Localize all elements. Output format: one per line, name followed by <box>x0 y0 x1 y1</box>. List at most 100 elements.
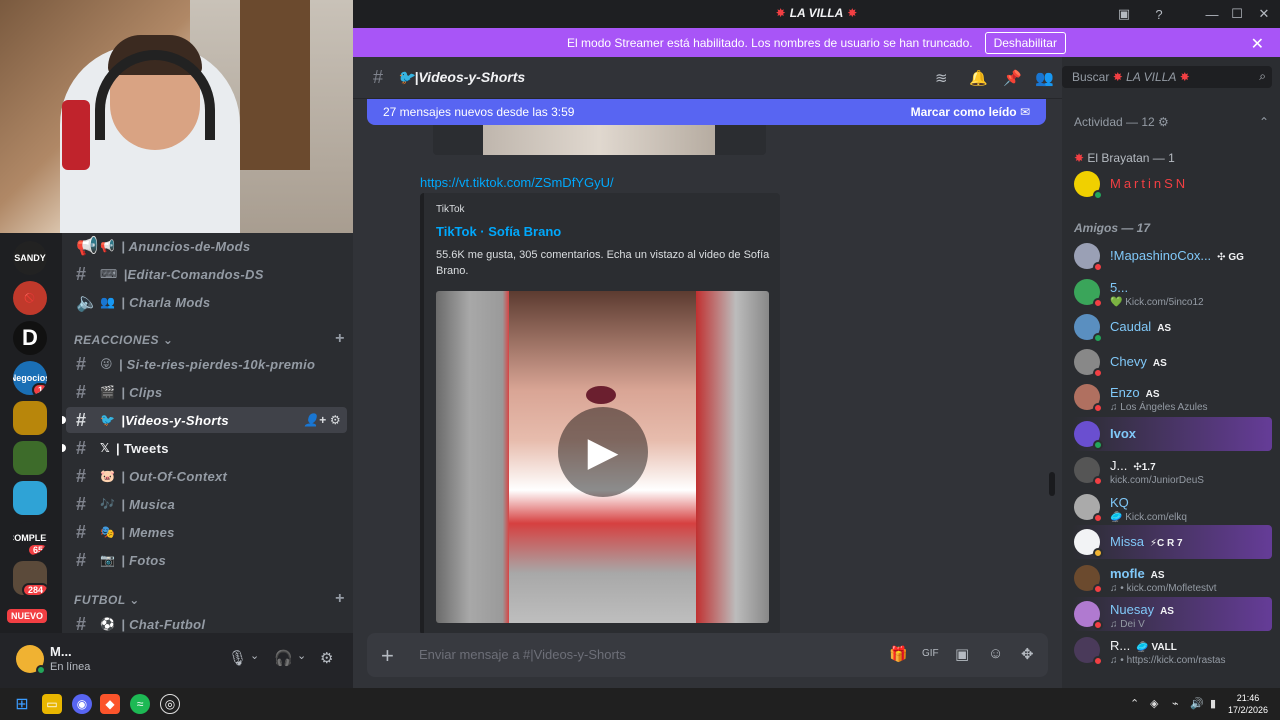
category-futbol[interactable]: FUTBOL ⌄ + <box>74 590 345 608</box>
server-icon-negocios[interactable]: Negocios1 <box>13 361 47 395</box>
channel-si-te-ries[interactable]: # 😜 | Si-te-ries-pierdes-10k-premio <box>66 351 347 377</box>
sticker-icon[interactable]: ▣ <box>955 645 969 663</box>
disable-streamer-button[interactable]: Deshabilitar <box>984 31 1066 54</box>
member-item[interactable]: Chevy AS <box>1072 345 1272 379</box>
member-item[interactable]: MartinSN <box>1072 167 1272 201</box>
window-titlebar: ✸ LA VILLA ✸ ▣ ? — ☐ ✕ <box>353 0 1280 28</box>
channel-fotos[interactable]: # 📷 | Fotos <box>66 547 347 573</box>
link-embed: TikTok TikTok · Sofía Brano 55.6K me gus… <box>420 193 780 635</box>
role-group-header: Amigos — 17 <box>1074 221 1151 235</box>
new-messages-bar[interactable]: 27 mensajes nuevos desde las 3:59 Marcar… <box>367 99 1046 125</box>
inbox-icon[interactable]: ▣ <box>1115 5 1133 23</box>
server-icon[interactable]: 🚫 <box>13 281 47 315</box>
battery-icon[interactable]: ▮ <box>1210 697 1216 710</box>
threads-icon[interactable]: ≋ <box>935 69 948 87</box>
channel-memes[interactable]: # 🎭 | Memes <box>66 519 347 545</box>
mark-read-button[interactable]: Marcar como leído ✉ <box>911 105 1030 119</box>
channel-editar-comandos[interactable]: # ⌨ |Editar-Comandos-DS <box>66 261 347 287</box>
search-input[interactable]: Buscar ✸ LA VILLA ✸ ⌕ <box>1062 66 1272 88</box>
channel-charla-mods[interactable]: 🔈 👥 | Charla Mods <box>66 289 347 315</box>
channel-chat-futbol[interactable]: # ⚽ | Chat-Futbol <box>66 611 347 634</box>
apps-icon[interactable]: ✥ <box>1021 645 1034 663</box>
new-badge: NUEVO <box>7 609 48 623</box>
channel-tweets[interactable]: # 𝕏 | Tweets <box>62 435 347 461</box>
server-icon[interactable]: 284 <box>13 561 47 595</box>
close-banner-icon[interactable]: ✕ <box>1251 34 1264 54</box>
collapse-icon[interactable]: ⌃ <box>1259 115 1269 129</box>
server-icon-complex[interactable]: COMPLEX65 <box>13 521 47 555</box>
member-item[interactable]: !MapashinoCox... ✣ GG <box>1072 239 1272 273</box>
online-status-icon <box>36 665 46 675</box>
spotify-icon[interactable]: ≈ <box>130 694 150 714</box>
gift-icon[interactable]: 🎁 <box>889 645 908 663</box>
member-item[interactable]: Nuesay AS ♫ Dei V <box>1072 597 1272 631</box>
volume-icon[interactable]: 🔊 <box>1190 697 1204 710</box>
channel-settings-icon[interactable]: 👤+ ⚙ <box>304 413 341 427</box>
member-item[interactable]: Caudal AS <box>1072 310 1272 344</box>
server-icon[interactable] <box>13 401 47 435</box>
server-icon-d[interactable]: D <box>13 321 47 355</box>
scrollbar[interactable] <box>1049 472 1055 496</box>
channel-clips[interactable]: # 🎬 | Clips <box>66 379 347 405</box>
minimize-icon[interactable]: — <box>1203 5 1221 23</box>
hash-icon: # <box>76 353 87 374</box>
help-icon[interactable]: ? <box>1150 5 1168 23</box>
server-icon[interactable] <box>13 481 47 515</box>
channel-videos-y-shorts[interactable]: # 🐦 |Videos-y-Shorts 👤+ ⚙ <box>62 407 347 433</box>
category-reacciones[interactable]: REACCIONES ⌄ + <box>74 330 345 348</box>
maximize-icon[interactable]: ☐ <box>1228 5 1246 23</box>
role-group-header: ✸ El Brayatan — 1 <box>1074 151 1175 165</box>
embed-provider: TikTok <box>436 204 465 215</box>
pin-icon[interactable]: 📌 <box>1003 69 1022 87</box>
hash-icon: # <box>373 67 384 87</box>
hash-icon: # <box>76 549 87 570</box>
discord-app-icon[interactable]: ◉ <box>72 694 92 714</box>
message-input[interactable]: Enviar mensaje a #|Videos-y-Shorts <box>419 647 626 662</box>
embed-title[interactable]: TikTok · Sofía Brano <box>436 224 561 239</box>
voice-icon: 🔈 <box>76 291 99 312</box>
play-icon[interactable]: ▶ <box>558 407 648 497</box>
channel-musica[interactable]: # 🎶 | Musica <box>66 491 347 517</box>
user-settings-icon[interactable]: ⚙ <box>320 649 333 667</box>
network-icon[interactable]: ⌁ <box>1172 697 1179 710</box>
brave-browser-icon[interactable]: ◆ <box>100 694 120 714</box>
channel-anuncios-de-mods[interactable]: 📢 📢 | Anuncios-de-Mods <box>66 233 347 259</box>
file-explorer-icon[interactable]: ▭ <box>42 694 62 714</box>
member-item[interactable]: mofle AS ♫ • kick.com/Mofletestvt <box>1072 561 1272 595</box>
member-list-icon[interactable]: 👥 <box>1035 69 1054 87</box>
tray-overflow-icon[interactable]: ⌃ <box>1130 697 1139 710</box>
notification-bell-icon[interactable]: 🔔 <box>969 69 988 87</box>
member-item[interactable]: 5... 💚 Kick.com/5inco12 <box>1072 275 1272 309</box>
server-icon-sandy[interactable]: SANDY <box>13 241 47 275</box>
member-item[interactable]: J... ✣1.7 kick.com/JuniorDeuS <box>1072 453 1272 487</box>
headphones-icon[interactable]: 🎧 <box>274 649 293 667</box>
message-composer[interactable]: + Enviar mensaje a #|Videos-y-Shorts 🎁 G… <box>367 633 1048 677</box>
microphone-icon[interactable]: 🎙 <box>228 649 247 667</box>
avatar[interactable] <box>16 645 46 675</box>
tray-app-icon[interactable]: ◈ <box>1150 697 1158 710</box>
audio-options-icon[interactable]: ⌄ <box>297 649 306 662</box>
close-window-icon[interactable]: ✕ <box>1255 5 1273 23</box>
system-clock[interactable]: 21:46 17/2/2026 <box>1228 692 1268 716</box>
member-item[interactable]: R... 🥏 VALL ♫ • https://kick.com/rastas <box>1072 633 1272 667</box>
add-channel-icon[interactable]: + <box>335 330 345 348</box>
server-icon[interactable] <box>13 441 47 475</box>
mic-options-icon[interactable]: ⌄ <box>250 649 259 662</box>
activity-header[interactable]: Actividad — 12 ⚙ ⌃ <box>1074 115 1269 129</box>
member-item[interactable]: Ivox <box>1072 417 1272 451</box>
start-menu-icon[interactable]: ⊞ <box>12 694 32 714</box>
hash-icon: # <box>76 263 87 284</box>
member-item[interactable]: KQ 🥏 Kick.com/elkq <box>1072 490 1272 524</box>
member-item[interactable]: Enzo AS ♫ Los Ángeles Azules <box>1072 380 1272 414</box>
previous-embed <box>433 125 766 155</box>
tiktok-link[interactable]: https://vt.tiktok.com/ZSmDfYGyU/ <box>420 175 614 190</box>
emoji-icon[interactable]: ☺ <box>988 645 1003 662</box>
gif-icon[interactable]: GIF <box>922 648 939 659</box>
app-icon[interactable]: ◎ <box>160 694 180 714</box>
add-channel-icon[interactable]: + <box>335 590 345 608</box>
member-item[interactable]: Missa ⚡C R 7 <box>1072 525 1272 559</box>
channel-out-of-context[interactable]: # 🐷 | Out-Of-Context <box>66 463 347 489</box>
chat-area: # 🐦|Videos-y-Shorts ≋ 🔔 📌 👥 27 mensajes … <box>353 57 1062 688</box>
embed-video[interactable]: ▶ <box>436 291 769 623</box>
attach-plus-icon[interactable]: + <box>381 643 394 669</box>
